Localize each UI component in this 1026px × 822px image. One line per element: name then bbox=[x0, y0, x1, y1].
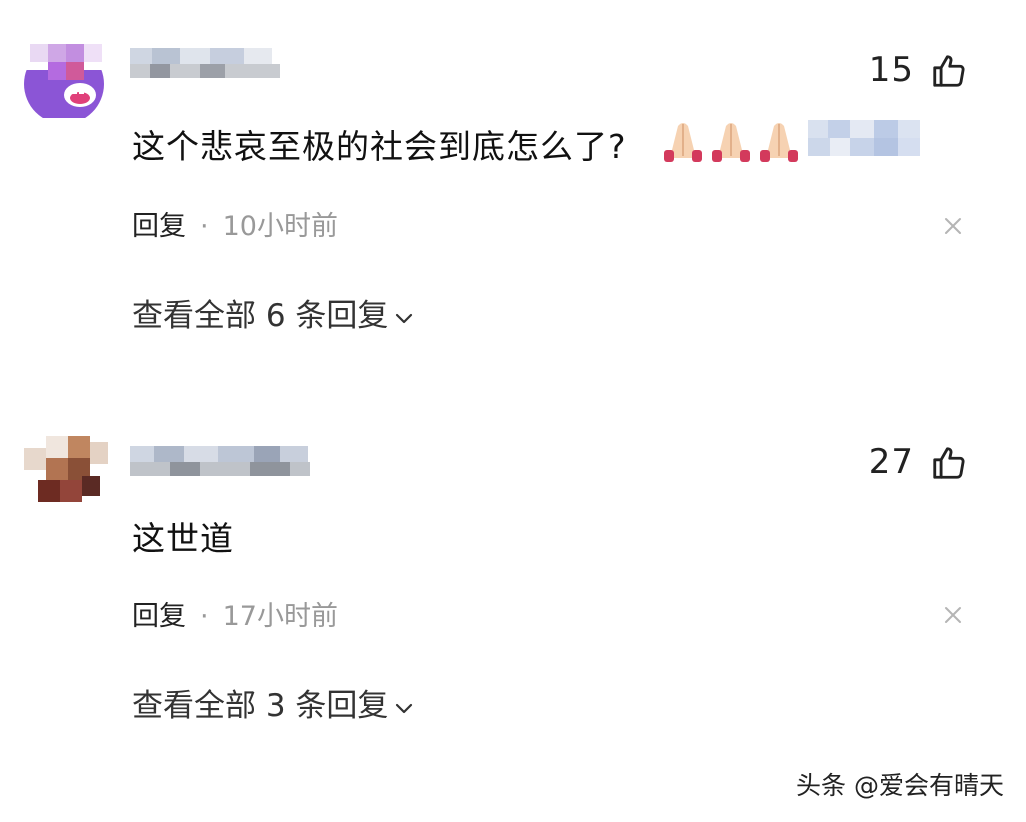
view-replies-button[interactable]: 查看全部 3 条回复 bbox=[132, 680, 416, 725]
folded-hands-icon bbox=[664, 123, 702, 162]
chevron-down-icon bbox=[396, 313, 413, 323]
view-replies-button[interactable]: 查看全部 6 条回复 bbox=[132, 290, 416, 335]
comment-meta: 回复 · 17小时前 bbox=[132, 594, 338, 633]
username[interactable] bbox=[130, 46, 280, 80]
separator: · bbox=[200, 211, 209, 242]
comment-item: 27 这世道 回复 · 17小时前 查看全部 3 条回复 bbox=[0, 390, 1026, 770]
watermark: 头条 @爱会有晴天 bbox=[796, 771, 1004, 800]
view-replies-label: 查看全部 6 条回复 bbox=[132, 298, 389, 334]
blurred-content bbox=[808, 120, 920, 156]
timestamp: 17小时前 bbox=[222, 601, 338, 632]
like-count: 15 bbox=[868, 50, 914, 90]
username[interactable] bbox=[130, 444, 310, 478]
avatar[interactable] bbox=[20, 432, 110, 510]
comment-meta: 回复 · 10小时前 bbox=[132, 204, 338, 243]
chevron-down-icon bbox=[396, 703, 413, 713]
thumbs-up-icon[interactable] bbox=[930, 52, 968, 90]
like-count: 27 bbox=[868, 442, 914, 482]
comment-item: 15 这个悲哀至极的社会到底怎么了? 回复 · 10小时前 查看全部 6 条回复 bbox=[0, 0, 1026, 390]
reply-button[interactable]: 回复 bbox=[132, 601, 186, 632]
separator: · bbox=[200, 601, 209, 632]
view-replies-label: 查看全部 3 条回复 bbox=[132, 688, 389, 724]
comment-text: 这世道 bbox=[132, 519, 234, 558]
emoji-group bbox=[660, 118, 810, 168]
folded-hands-icon bbox=[760, 123, 798, 162]
avatar[interactable] bbox=[20, 40, 110, 118]
close-icon[interactable] bbox=[942, 604, 964, 626]
timestamp: 10小时前 bbox=[222, 211, 338, 242]
reply-button[interactable]: 回复 bbox=[132, 211, 186, 242]
folded-hands-icon bbox=[712, 123, 750, 162]
comment-text: 这个悲哀至极的社会到底怎么了? bbox=[132, 127, 627, 166]
thumbs-up-icon[interactable] bbox=[930, 444, 968, 482]
close-icon[interactable] bbox=[942, 215, 964, 237]
